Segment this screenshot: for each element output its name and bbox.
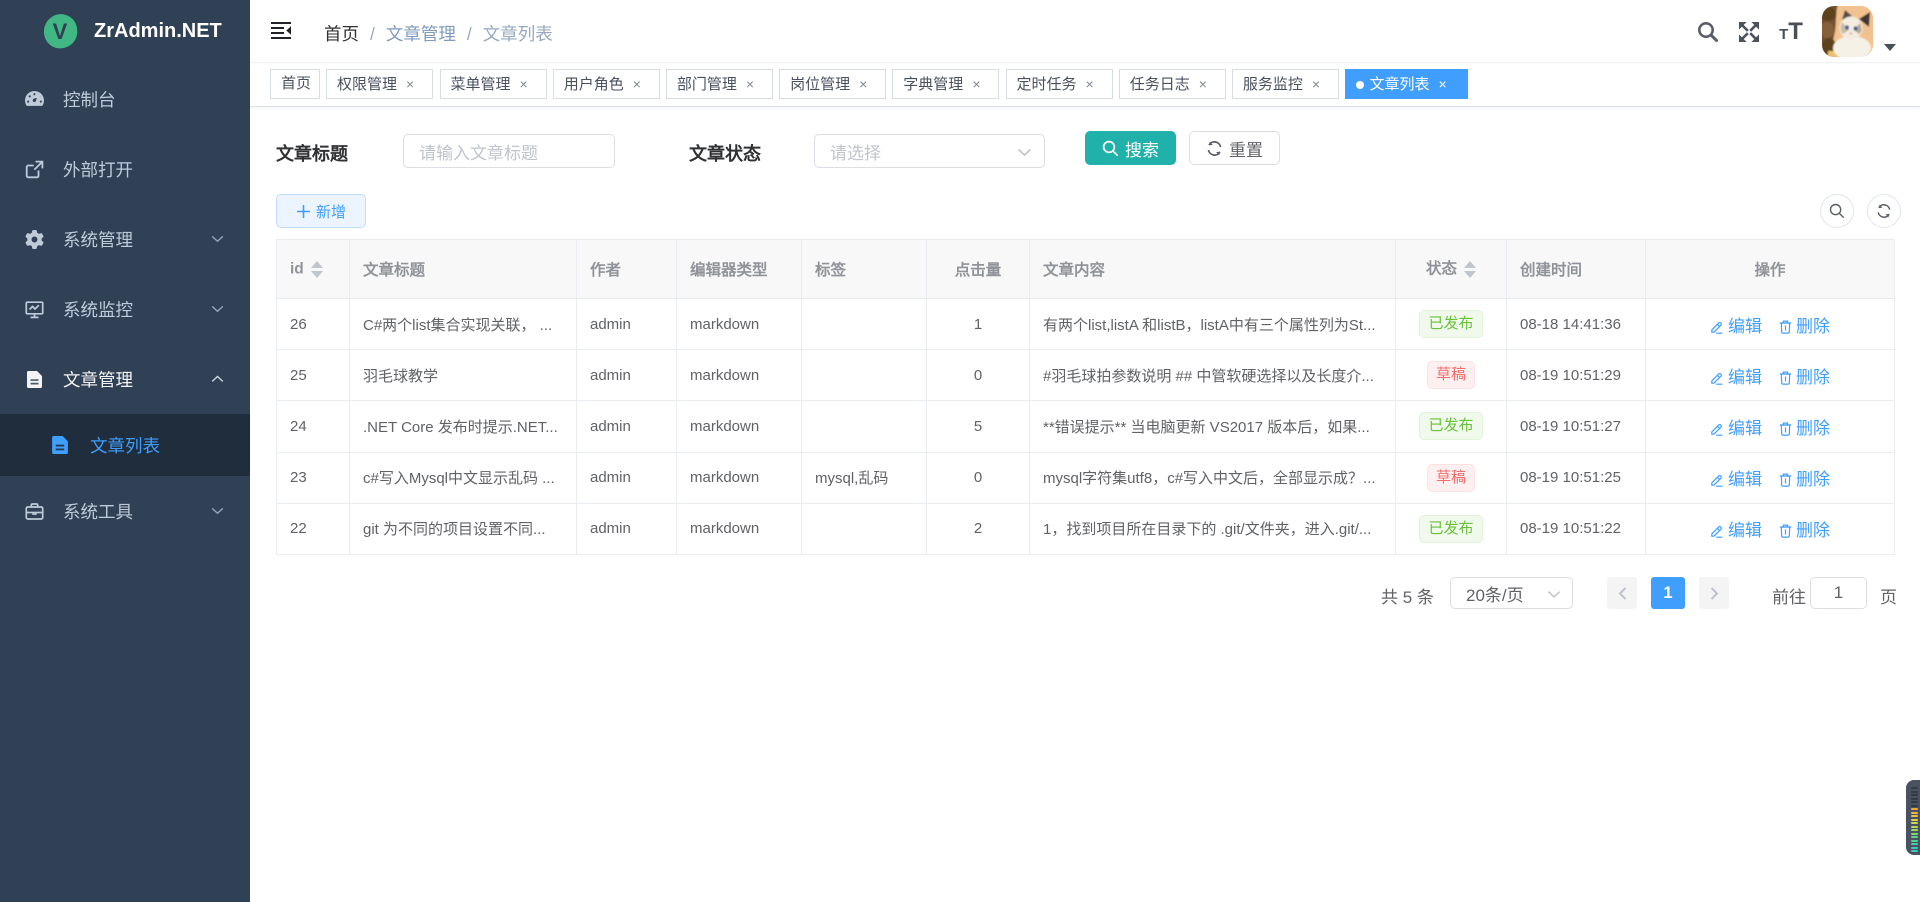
svg-text:V: V (53, 19, 68, 44)
